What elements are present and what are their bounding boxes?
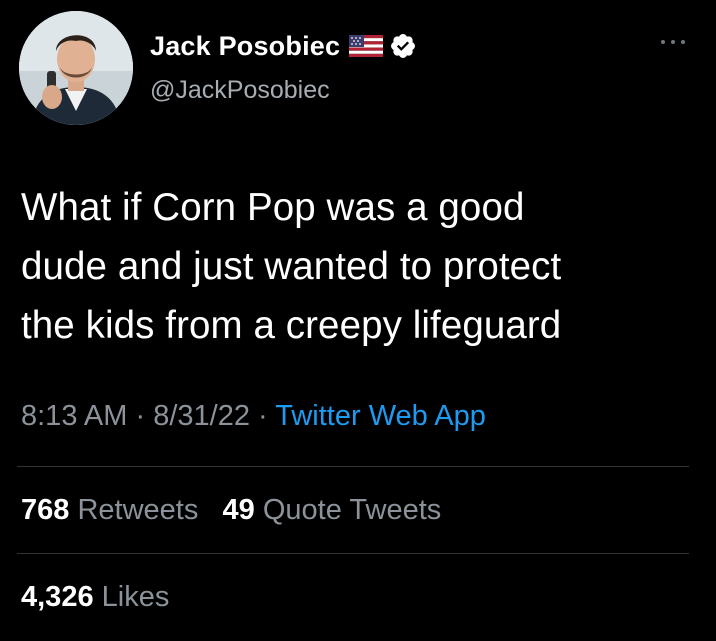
retweets-stat[interactable]: 768 Retweets [21, 494, 206, 526]
meta-separator: · [258, 400, 268, 432]
meta-separator: · [135, 400, 146, 432]
tweet-text-line: dude and just wanted to protect [21, 245, 562, 288]
author-handle[interactable]: @JackPosobiec [150, 76, 330, 105]
tweet-time[interactable]: 8:13 AM [21, 400, 127, 432]
tweet-date[interactable]: 8/31/22 [153, 400, 250, 432]
tweet-meta: 8:13 AM · 8/31/22 · Twitter Web App [21, 400, 486, 433]
divider [17, 466, 689, 467]
tweet-source-link[interactable]: Twitter Web App [275, 400, 486, 432]
retweets-count: 768 [21, 494, 70, 526]
divider [17, 553, 689, 554]
likes-count: 4,326 [21, 581, 94, 613]
tweet-text-line: What if Corn Pop was a good [21, 186, 525, 229]
quote-tweets-label: Quote Tweets [262, 494, 442, 526]
author-name-row: Jack Posobiec [150, 30, 417, 62]
us-flag-icon [349, 35, 384, 57]
engagement-stats: 768 Retweets 49 Quote Tweets [21, 494, 441, 527]
verified-badge-icon [391, 34, 416, 58]
quote-tweets-stat[interactable]: 49 Quote Tweets [223, 494, 442, 526]
retweets-label: Retweets [77, 494, 199, 526]
tweet-text-line: the kids from a creepy lifeguard [21, 304, 562, 347]
likes-stat[interactable]: 4,326 Likes [21, 581, 169, 613]
avatar-photo [19, 11, 133, 125]
quote-tweets-count: 49 [222, 494, 255, 526]
tweet-text: What if Corn Pop was a good dude and jus… [21, 178, 701, 355]
author-display-name[interactable]: Jack Posobiec [150, 31, 340, 62]
more-options-icon[interactable] [658, 36, 688, 48]
likes-label: Likes [101, 581, 170, 613]
likes-stats: 4,326 Likes [21, 581, 169, 614]
avatar[interactable] [19, 11, 133, 125]
tweet-card: Jack Posobiec @JackPosobiec What if Corn… [0, 0, 716, 641]
